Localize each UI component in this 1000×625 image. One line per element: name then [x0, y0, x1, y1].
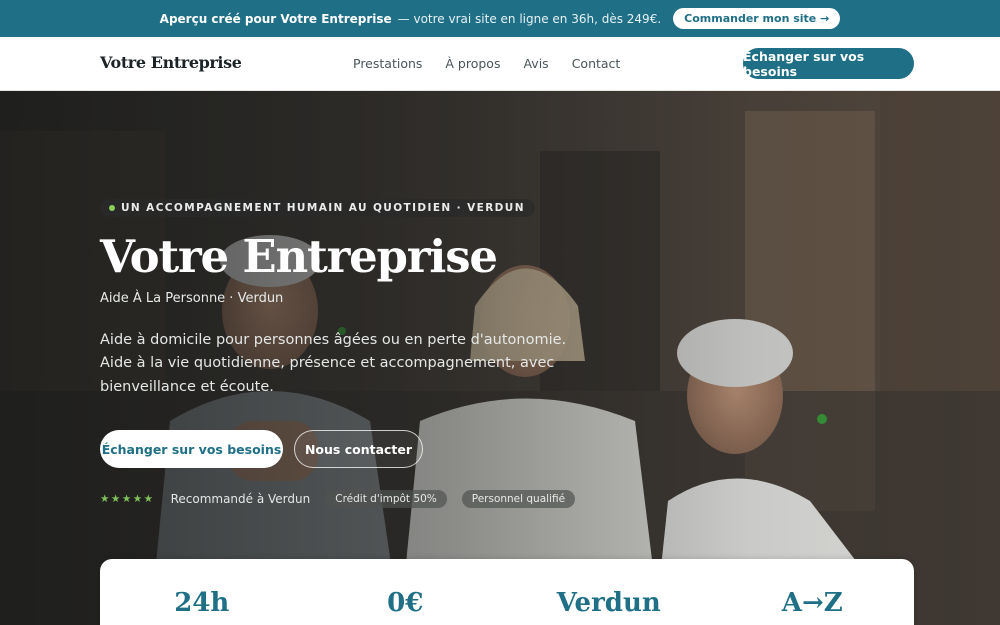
stat-coverage: A→Z — [781, 588, 843, 618]
nav-item-contact[interactable]: Contact — [572, 56, 621, 71]
nav-cta-button[interactable]: Échanger sur vos besoins — [743, 48, 914, 79]
promo-text: — votre vrai site en ligne en 36h, dès 2… — [397, 11, 662, 26]
hero-description: Aide à domicile pour personnes âgées ou … — [100, 331, 567, 395]
hero-eyebrow-text: UN ACCOMPAGNEMENT HUMAIN AU QUOTIDIEN · … — [121, 202, 525, 214]
hero-section: UN ACCOMPAGNEMENT HUMAIN AU QUOTIDIEN · … — [0, 91, 1000, 625]
hero-content: UN ACCOMPAGNEMENT HUMAIN AU QUOTIDIEN · … — [100, 196, 660, 508]
trust-row: ★★★★★ Recommandé à Verdun Crédit d'impôt… — [100, 490, 660, 508]
rating-stars-icon: ★★★★★ — [100, 493, 155, 505]
hero-subtitle: Aide À La Personne · Verdun — [100, 290, 284, 306]
main-menu: Prestations À propos Avis Contact — [353, 56, 620, 71]
top-nav: Votre Entreprise Prestations À propos Av… — [0, 37, 1000, 91]
promo-lead: Aperçu créé pour Votre Entreprise — [159, 11, 392, 26]
stat-location: Verdun — [556, 588, 661, 618]
stat-cost: 0€ — [387, 588, 424, 618]
nav-item-prestations[interactable]: Prestations — [353, 56, 422, 71]
hero-buttons: Échanger sur vos besoins Nous contacter — [100, 430, 660, 468]
hero-title: Votre Entreprise — [100, 230, 498, 283]
hero-eyebrow: UN ACCOMPAGNEMENT HUMAIN AU QUOTIDIEN · … — [100, 199, 535, 217]
tax-credit-badge: Crédit d'impôt 50% — [325, 490, 447, 508]
contact-button[interactable]: Nous contacter — [294, 430, 423, 468]
status-dot-icon — [109, 205, 115, 211]
promo-banner: Aperçu créé pour Votre Entreprise — votr… — [0, 0, 1000, 37]
exchange-needs-button[interactable]: Échanger sur vos besoins — [100, 430, 283, 468]
brand-logo[interactable]: Votre Entreprise — [100, 53, 242, 72]
stat-response-time: 24h — [174, 588, 230, 618]
recommendation-text: Recommandé à Verdun — [170, 492, 311, 506]
stats-card: 24h 0€ Verdun A→Z — [100, 559, 914, 625]
qualified-staff-badge: Personnel qualifié — [461, 490, 576, 508]
nav-item-a-propos[interactable]: À propos — [445, 56, 500, 71]
nav-item-avis[interactable]: Avis — [523, 56, 548, 71]
order-site-button[interactable]: Commander mon site → — [673, 8, 841, 29]
